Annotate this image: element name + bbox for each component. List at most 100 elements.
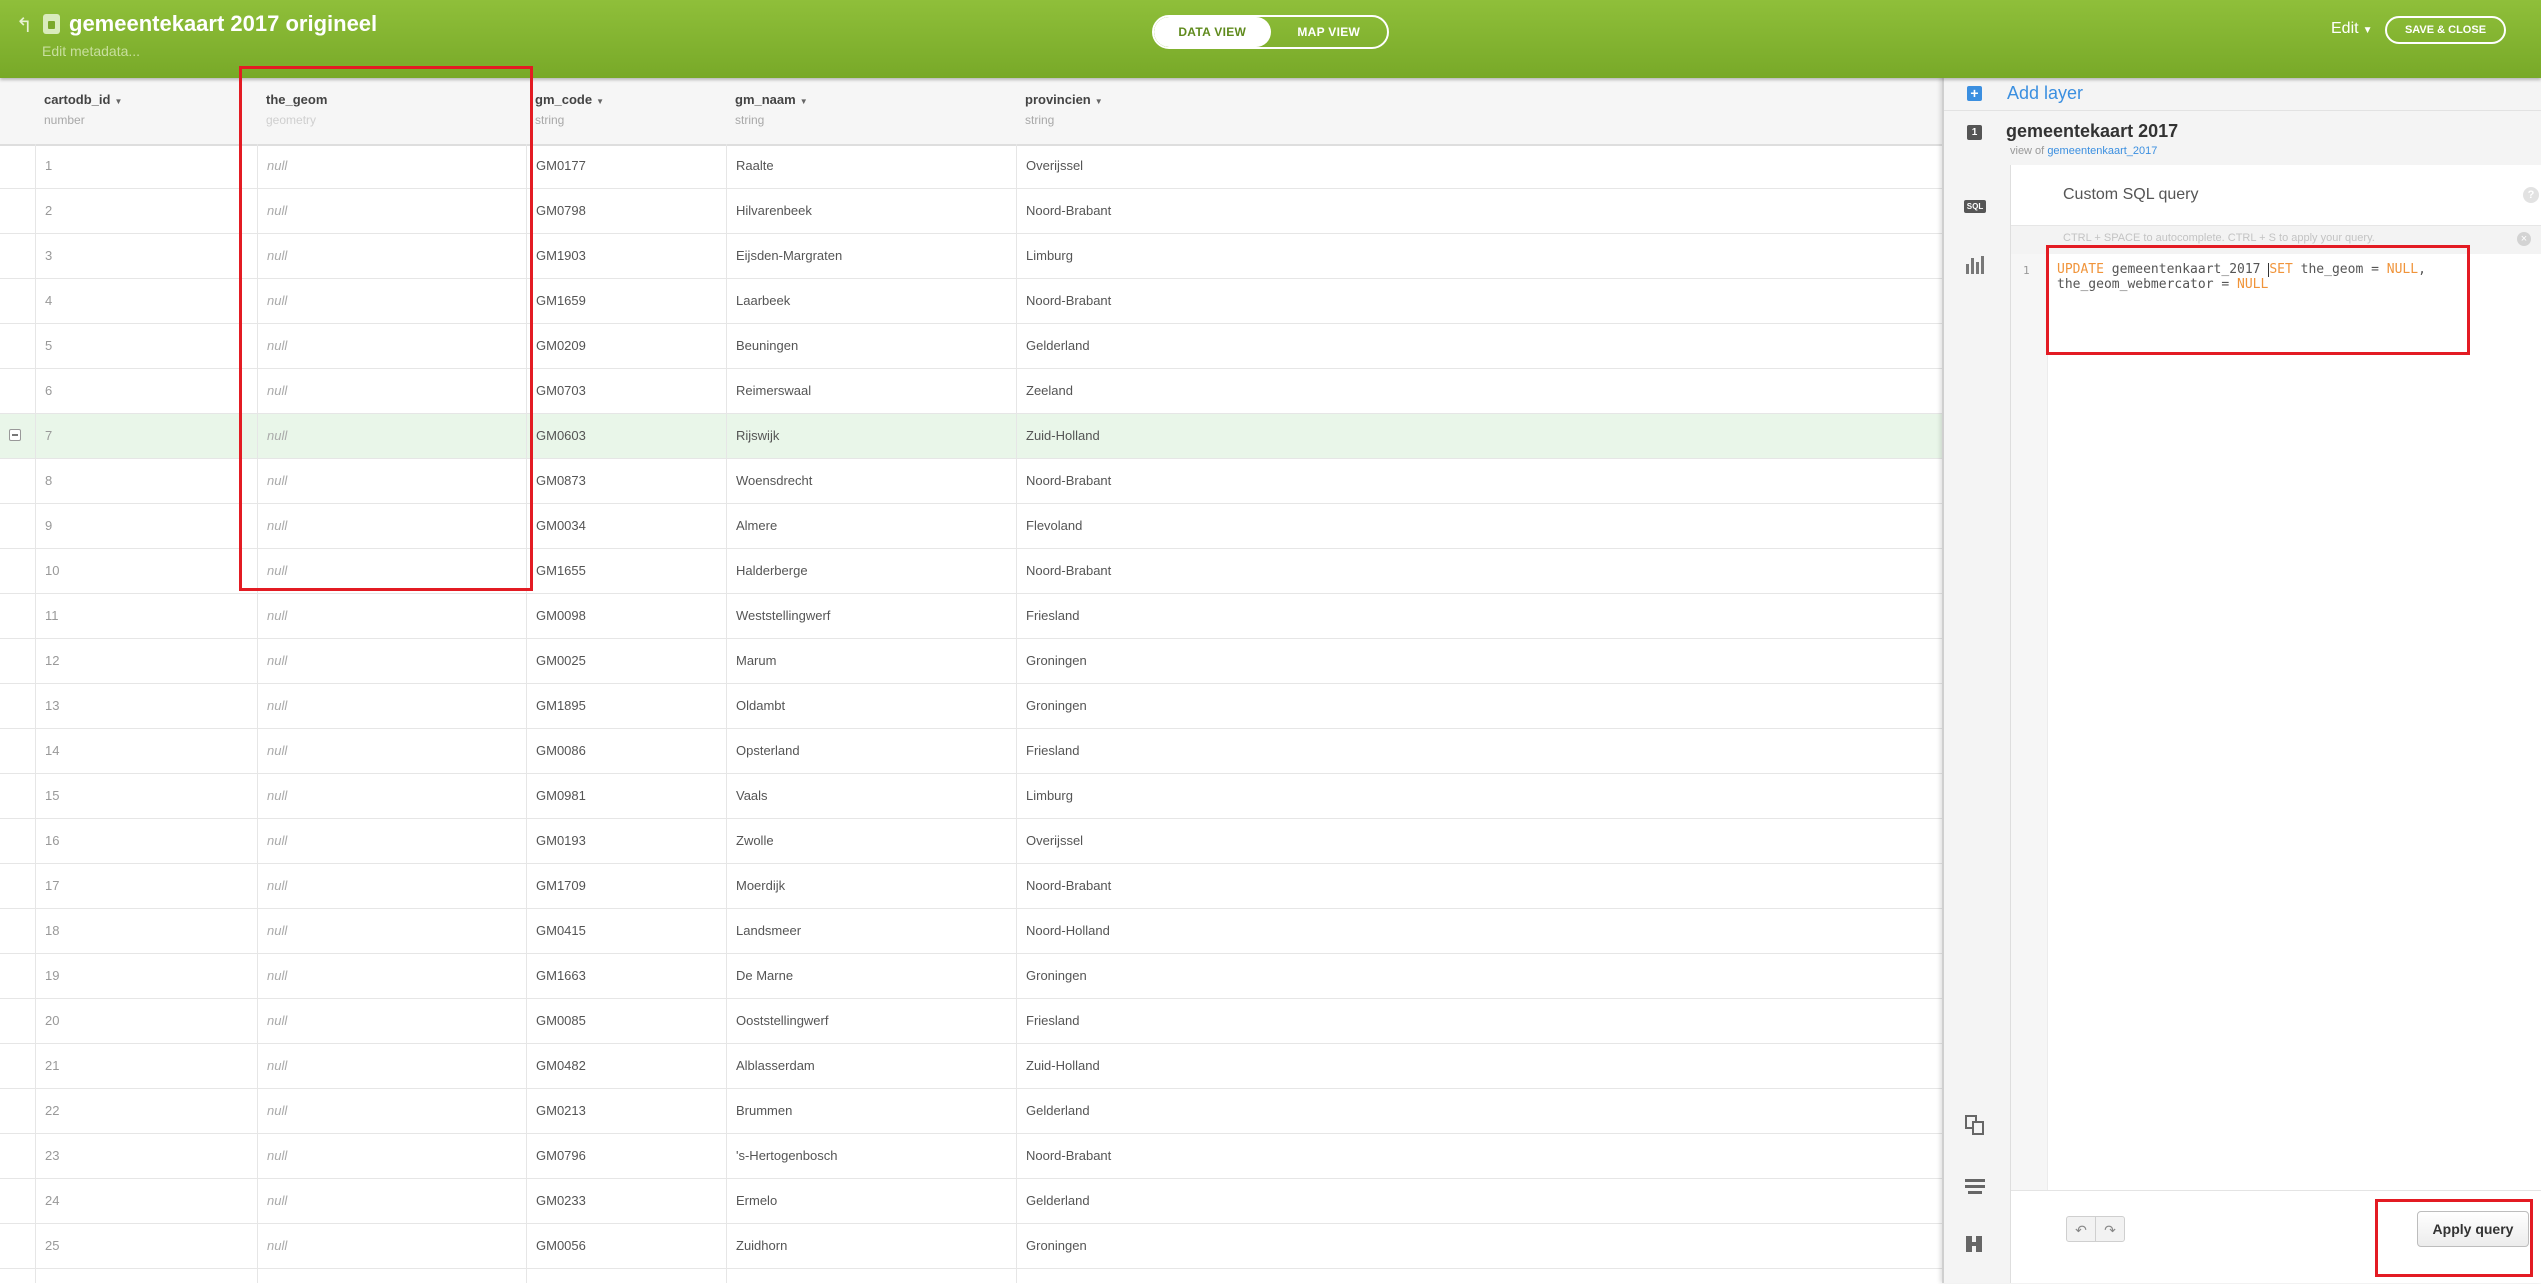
caret-down-icon[interactable]: ▼	[800, 97, 808, 106]
apply-query-button[interactable]: Apply query	[2417, 1211, 2529, 1247]
table-cell[interactable]: GM1903	[526, 234, 726, 278]
table-cell[interactable]: GM0085	[526, 999, 726, 1043]
table-cell[interactable]: De Marne	[726, 954, 1016, 998]
table-cell[interactable]: GM1659	[526, 279, 726, 323]
filter-icon[interactable]	[1962, 1173, 1990, 1201]
table-cell[interactable]: 23	[35, 1134, 257, 1178]
table-row[interactable]: 12 null GM0025 Marum Groningen	[0, 639, 1942, 684]
sql-code-input[interactable]: UPDATE gemeentenkaart_2017 SET the_geom …	[2057, 262, 2426, 292]
table-cell[interactable]: 2	[35, 189, 257, 233]
table-cell[interactable]: 17	[35, 864, 257, 908]
table-cell[interactable]: null	[257, 279, 526, 323]
table-cell[interactable]: Zuid-Holland	[1016, 1269, 1942, 1283]
table-cell[interactable]: null	[257, 1179, 526, 1223]
table-cell[interactable]: null	[257, 594, 526, 638]
table-cell[interactable]: 19	[35, 954, 257, 998]
table-cell[interactable]: Woensdrecht	[726, 459, 1016, 503]
copy-icon[interactable]	[1962, 1112, 1990, 1140]
table-cell[interactable]: Hilvarenbeek	[726, 189, 1016, 233]
table-cell[interactable]: GM1709	[526, 864, 726, 908]
table-cell[interactable]: GM0796	[526, 1134, 726, 1178]
table-cell[interactable]: Landsmeer	[726, 909, 1016, 953]
table-row[interactable]: 13 null GM1895 Oldambt Groningen	[0, 684, 1942, 729]
table-cell[interactable]: GM1655	[526, 549, 726, 593]
table-row[interactable]: 10 null GM1655 Halderberge Noord-Brabant	[0, 549, 1942, 594]
table-row[interactable]: 6 null GM0703 Reimerswaal Zeeland	[0, 369, 1942, 414]
table-cell[interactable]: GM0873	[526, 459, 726, 503]
table-cell[interactable]: GM0034	[526, 504, 726, 548]
table-cell[interactable]: Reimerswaal	[726, 369, 1016, 413]
table-cell[interactable]: 1	[35, 144, 257, 188]
table-cell[interactable]: Friesland	[1016, 999, 1942, 1043]
table-cell[interactable]: 20	[35, 999, 257, 1043]
table-cell[interactable]: Noord-Brabant	[1016, 459, 1942, 503]
table-row[interactable]: 19 null GM1663 De Marne Groningen	[0, 954, 1942, 999]
edit-metadata-link[interactable]: Edit metadata...	[42, 43, 140, 59]
table-cell[interactable]: Zuid-Holland	[1016, 414, 1942, 458]
table-cell[interactable]: GM0798	[526, 189, 726, 233]
table-cell[interactable]: 's-Hertogenbosch	[726, 1134, 1016, 1178]
table-cell[interactable]: null	[257, 684, 526, 728]
table-cell[interactable]: Gelderland	[1016, 1179, 1942, 1223]
caret-down-icon[interactable]: ▼	[596, 97, 604, 106]
table-cell[interactable]: Groningen	[1016, 639, 1942, 683]
table-cell[interactable]: null	[257, 729, 526, 773]
table-cell[interactable]: null	[257, 234, 526, 278]
table-cell[interactable]: 8	[35, 459, 257, 503]
table-cell[interactable]: Gelderland	[1016, 324, 1942, 368]
table-cell[interactable]: Zuidhorn	[726, 1224, 1016, 1268]
back-arrow-icon[interactable]: ↰	[16, 16, 33, 36]
redo-button[interactable]: ↷	[2095, 1216, 2125, 1242]
table-cell[interactable]: 18	[35, 909, 257, 953]
table-cell[interactable]: Vaals	[726, 774, 1016, 818]
data-view-tab[interactable]: DATA VIEW	[1154, 17, 1271, 47]
table-cell[interactable]: null	[257, 774, 526, 818]
table-cell[interactable]: 12	[35, 639, 257, 683]
table-cell[interactable]: Weststellingwerf	[726, 594, 1016, 638]
column-header-the-geom[interactable]: the_geom geometry	[257, 78, 526, 144]
table-cell[interactable]: 11	[35, 594, 257, 638]
column-header-cartodb-id[interactable]: cartodb_id ▼ number	[35, 78, 257, 144]
table-cell[interactable]: 4	[35, 279, 257, 323]
table-cell[interactable]: GM0177	[526, 144, 726, 188]
table-cell[interactable]: Raalte	[726, 144, 1016, 188]
table-cell[interactable]: null	[257, 324, 526, 368]
edit-menu[interactable]: Edit ▼	[2331, 20, 2372, 38]
table-row[interactable]: 11 null GM0098 Weststellingwerf Friesland	[0, 594, 1942, 639]
table-cell[interactable]: Zwolle	[726, 819, 1016, 863]
table-cell[interactable]: null	[257, 999, 526, 1043]
table-row[interactable]: 24 null GM0233 Ermelo Gelderland	[0, 1179, 1942, 1224]
table-cell[interactable]: GM0025	[526, 639, 726, 683]
source-table-link[interactable]: gemeentenkaart_2017	[2047, 145, 2157, 157]
table-cell[interactable]: Limburg	[1016, 234, 1942, 278]
table-cell[interactable]: null	[257, 639, 526, 683]
table-cell[interactable]: GM0056	[526, 1224, 726, 1268]
table-cell[interactable]: Halderberge	[726, 549, 1016, 593]
table-cell[interactable]: 22	[35, 1089, 257, 1133]
table-cell[interactable]: GM0484	[526, 1269, 726, 1283]
table-cell[interactable]: 14	[35, 729, 257, 773]
table-cell[interactable]: null	[257, 1089, 526, 1133]
table-cell[interactable]: Groningen	[1016, 954, 1942, 998]
table-cell[interactable]: 21	[35, 1044, 257, 1088]
table-cell[interactable]: GM0603	[526, 414, 726, 458]
table-cell[interactable]: Groningen	[1016, 1224, 1942, 1268]
table-cell[interactable]: Noord-Brabant	[1016, 279, 1942, 323]
map-view-tab[interactable]: MAP VIEW	[1271, 17, 1388, 47]
table-cell[interactable]: Eijsden-Margraten	[726, 234, 1016, 278]
table-cell[interactable]: GM0703	[526, 369, 726, 413]
table-cell[interactable]: Laarbeek	[726, 279, 1016, 323]
table-cell[interactable]: Beuningen	[726, 324, 1016, 368]
caret-down-icon[interactable]: ▼	[1095, 97, 1103, 106]
table-cell[interactable]: null	[257, 1044, 526, 1088]
table-row[interactable]: 22 null GM0213 Brummen Gelderland	[0, 1089, 1942, 1134]
table-cell[interactable]: Marum	[726, 639, 1016, 683]
table-cell[interactable]: 15	[35, 774, 257, 818]
table-cell[interactable]: null	[257, 369, 526, 413]
table-cell[interactable]: Alblasserdam	[726, 1044, 1016, 1088]
table-cell[interactable]: GM0415	[526, 909, 726, 953]
table-cell[interactable]: GM1895	[526, 684, 726, 728]
table-cell[interactable]: Gelderland	[1016, 1089, 1942, 1133]
table-cell[interactable]: null	[257, 954, 526, 998]
table-row[interactable]: 8 null GM0873 Woensdrecht Noord-Brabant	[0, 459, 1942, 504]
